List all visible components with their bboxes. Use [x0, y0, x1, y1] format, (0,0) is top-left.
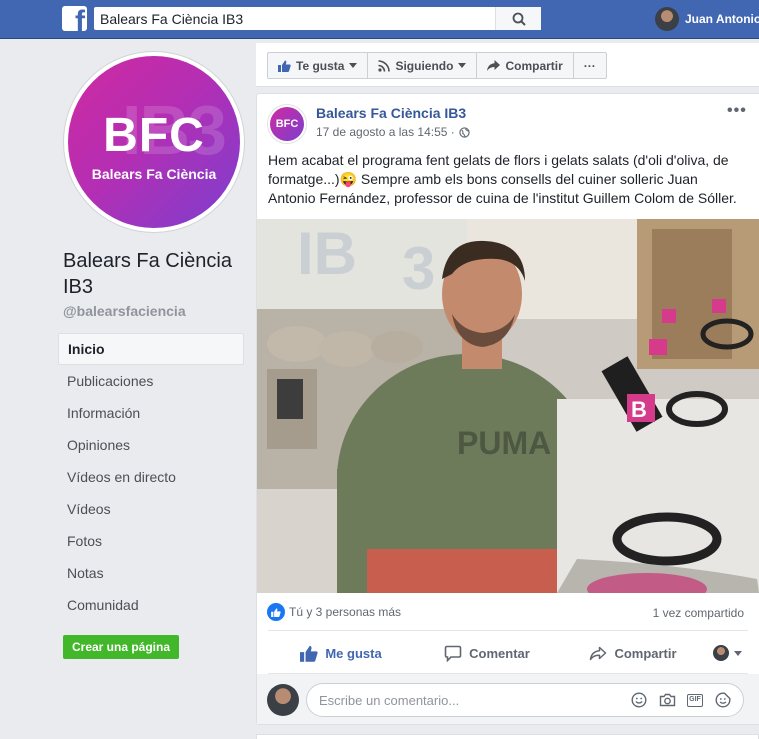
search-button[interactable] [495, 7, 541, 30]
gif-icon[interactable]: GIF [683, 690, 707, 710]
search-input[interactable]: Balears Fa Ciència IB3 [94, 11, 495, 27]
thumbs-up-icon [278, 60, 291, 72]
post-photo[interactable]: IB 3 PUMA B [257, 219, 759, 593]
profile-link[interactable]: Juan Antonio [655, 7, 759, 31]
share-arrow-icon [487, 60, 501, 71]
avatar [655, 7, 679, 31]
page-share-button[interactable]: Compartir [477, 53, 574, 78]
bfc-logo-subtitle: Balears Fa Ciència [91, 166, 217, 182]
comment-tools: GIF [623, 690, 743, 710]
page-action-bar: Te gusta Siguiendo Compartir ··· [256, 43, 759, 87]
shares-count[interactable]: 1 vez compartido [653, 606, 744, 620]
bfc-mini-logo: BFC [270, 107, 304, 141]
svg-text:PUMA: PUMA [457, 425, 551, 461]
top-navigation-bar: f Balears Fa Ciència IB3 Juan Antonio [0, 0, 759, 39]
post-options-icon[interactable]: ••• [727, 102, 747, 120]
nav-item-inicio[interactable]: Inicio [58, 333, 244, 365]
post-text: Hem acabat el programa fent gelats de fl… [268, 152, 737, 206]
reactions-summary[interactable]: Tú y 3 personas más [267, 603, 401, 621]
post-timestamp[interactable]: 17 de agosto a las 14:55 · [316, 125, 470, 139]
user-name: Juan Antonio [685, 12, 759, 26]
emoji-icon[interactable] [627, 690, 651, 710]
like-label: Me gusta [325, 645, 382, 661]
post-as-selector[interactable] [706, 635, 748, 671]
like-button[interactable]: Me gusta [268, 635, 414, 671]
more-options-button[interactable]: ··· [574, 53, 606, 78]
share-label: Compartir [614, 645, 677, 661]
nav-item-videos[interactable]: Vídeos [58, 493, 244, 525]
comment-placeholder: Escribe un comentario... [319, 692, 460, 708]
reactions-text: Tú y 3 personas más [289, 605, 402, 619]
nav-item-notas[interactable]: Notas [58, 557, 244, 589]
like-reaction-icon [267, 603, 285, 621]
avatar [267, 684, 299, 716]
nav-item-comunidad[interactable]: Comunidad [58, 589, 244, 621]
page-handle[interactable]: @balearsfaciencia [63, 303, 186, 319]
radio-studio-photo: IB 3 PUMA B [257, 219, 759, 593]
svg-text:B: B [631, 397, 647, 422]
nav-item-publicaciones[interactable]: Publicaciones [58, 365, 244, 397]
bfc-logo-text: BFC [103, 109, 205, 162]
nav-item-opiniones[interactable]: Opiniones [58, 429, 244, 461]
bfc-logo: IB3 BFC Balears Fa Ciència [68, 56, 240, 228]
globe-icon [459, 126, 470, 138]
search-icon [512, 12, 526, 26]
page-title: Balears Fa Ciència IB3 [63, 250, 232, 298]
nav-item-fotos[interactable]: Fotos [58, 525, 244, 557]
avatar [712, 645, 729, 661]
post-date-text: 17 de agosto a las 14:55 · [316, 125, 455, 139]
svg-text:3: 3 [402, 235, 435, 302]
chevron-down-icon [733, 650, 742, 656]
divider [268, 630, 748, 631]
thumbs-up-icon [300, 645, 318, 662]
page-action-buttons: Te gusta Siguiendo Compartir ··· [267, 52, 607, 79]
comment-label: Comentar [469, 645, 530, 661]
svg-text:IB: IB [297, 220, 357, 287]
next-post-card [256, 734, 759, 739]
facebook-logo-icon[interactable]: f [62, 6, 87, 31]
page-profile-picture[interactable]: IB3 BFC Balears Fa Ciència [64, 52, 244, 232]
comment-composer: Escribe un comentario... GIF [257, 674, 759, 724]
share-button[interactable]: Compartir [560, 635, 706, 671]
comment-bubble-icon [444, 645, 462, 662]
post-card: BFC Balears Fa Ciència IB3 17 de agosto … [256, 93, 759, 725]
page-like-button[interactable]: Te gusta [268, 53, 369, 78]
page-like-label: Te gusta [296, 58, 345, 73]
search-bar: Balears Fa Ciència IB3 [94, 7, 541, 30]
page-share-label: Compartir [505, 58, 563, 73]
nav-item-informacion[interactable]: Información [58, 397, 244, 429]
follow-button[interactable]: Siguiendo [368, 53, 478, 78]
post-actions: Me gusta Comentar Compartir [268, 635, 748, 671]
create-page-button[interactable]: Crear una página [63, 635, 179, 659]
camera-icon[interactable] [655, 690, 679, 710]
post-author-avatar[interactable]: BFC [267, 104, 307, 144]
post-author-link[interactable]: Balears Fa Ciència IB3 [316, 105, 466, 121]
sticker-icon[interactable] [711, 690, 735, 710]
facebook-logo-letter: f [75, 6, 85, 32]
nav-item-videos-en-directo[interactable]: Vídeos en directo [58, 461, 244, 493]
rss-icon [378, 59, 391, 72]
follow-label: Siguiendo [395, 58, 454, 73]
chevron-down-icon [458, 63, 467, 68]
more-dots-icon: ··· [583, 58, 596, 73]
page-navigation: Inicio Publicaciones Información Opinion… [58, 333, 244, 621]
comment-input[interactable]: Escribe un comentario... GIF [306, 683, 744, 717]
chevron-down-icon [349, 63, 358, 68]
share-arrow-icon [590, 646, 607, 660]
comment-button[interactable]: Comentar [414, 635, 560, 671]
